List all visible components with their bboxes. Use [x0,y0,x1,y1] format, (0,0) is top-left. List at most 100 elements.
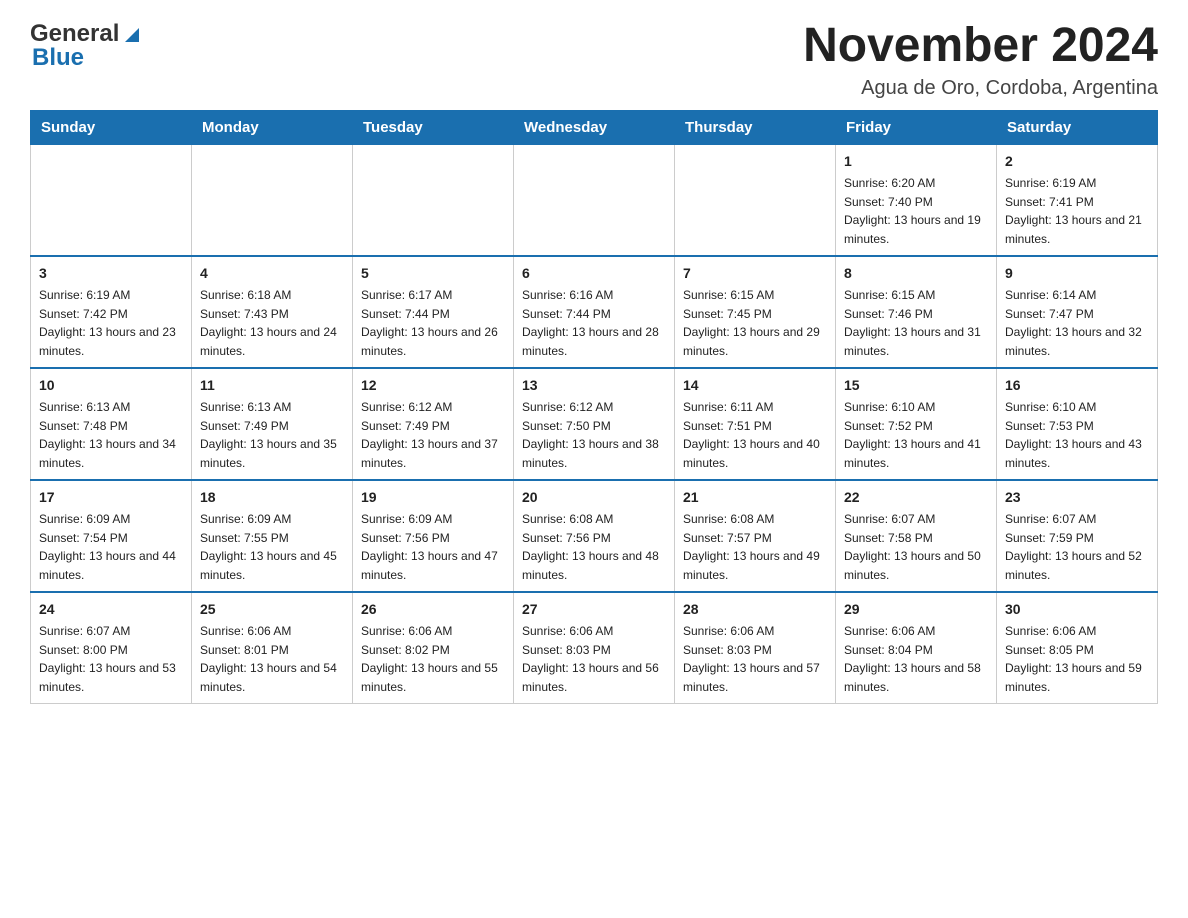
calendar-week-4: 17 Sunrise: 6:09 AM Sunset: 7:54 PM Dayli… [31,480,1158,592]
calendar-cell-w1-d6: 1 Sunrise: 6:20 AM Sunset: 7:40 PM Daylig… [836,144,997,256]
calendar-cell-w5-d1: 24Sunrise: 6:07 AM Sunset: 8:00 PM Dayli… [31,592,192,704]
day-number: 13 [522,375,666,396]
day-number: 19 [361,487,505,508]
day-number: 5 [361,263,505,284]
calendar-cell-w2-d6: 8 Sunrise: 6:15 AM Sunset: 7:46 PM Daylig… [836,256,997,368]
calendar-cell-w5-d7: 30Sunrise: 6:06 AM Sunset: 8:05 PM Dayli… [997,592,1158,704]
col-monday: Monday [192,110,353,144]
calendar-week-1: 1 Sunrise: 6:20 AM Sunset: 7:40 PM Daylig… [31,144,1158,256]
col-sunday: Sunday [31,110,192,144]
day-number: 17 [39,487,183,508]
page-header: General Blue November 2024 Agua de Oro, … [30,20,1158,100]
day-info: Sunrise: 6:18 AM Sunset: 7:43 PM Dayligh… [200,288,337,358]
calendar-cell-w3-d1: 10Sunrise: 6:13 AM Sunset: 7:48 PM Dayli… [31,368,192,480]
calendar-cell-w3-d3: 12 Sunrise: 6:12 AM Sunset: 7:49 PM Dayli… [353,368,514,480]
calendar-cell-w2-d4: 6 Sunrise: 6:16 AM Sunset: 7:44 PM Daylig… [514,256,675,368]
calendar-cell-w2-d5: 7 Sunrise: 6:15 AM Sunset: 7:45 PM Daylig… [675,256,836,368]
calendar-cell-w1-d3 [353,144,514,256]
calendar-cell-w3-d4: 13 Sunrise: 6:12 AM Sunset: 7:50 PM Dayli… [514,368,675,480]
calendar-cell-w5-d3: 26 Sunrise: 6:06 AM Sunset: 8:02 PM Dayli… [353,592,514,704]
day-info: Sunrise: 6:15 AM Sunset: 7:45 PM Dayligh… [683,288,820,358]
day-info: Sunrise: 6:19 AM Sunset: 7:41 PM Dayligh… [1005,176,1142,246]
calendar-cell-w3-d5: 14 Sunrise: 6:11 AM Sunset: 7:51 PM Dayli… [675,368,836,480]
day-number: 3 [39,263,183,284]
day-info: Sunrise: 6:07 AM Sunset: 8:00 PM Dayligh… [39,624,176,694]
day-number: 27 [522,599,666,620]
day-info: Sunrise: 6:11 AM Sunset: 7:51 PM Dayligh… [683,400,820,470]
day-number: 14 [683,375,827,396]
calendar-cell-w1-d7: 2 Sunrise: 6:19 AM Sunset: 7:41 PM Daylig… [997,144,1158,256]
day-info: Sunrise: 6:10 AM Sunset: 7:52 PM Dayligh… [844,400,981,470]
day-info: Sunrise: 6:06 AM Sunset: 8:01 PM Dayligh… [200,624,337,694]
logo-blue-text: Blue [32,44,84,72]
day-number: 21 [683,487,827,508]
day-info: Sunrise: 6:16 AM Sunset: 7:44 PM Dayligh… [522,288,659,358]
day-number: 25 [200,599,344,620]
day-info: Sunrise: 6:19 AM Sunset: 7:42 PM Dayligh… [39,288,176,358]
day-info: Sunrise: 6:14 AM Sunset: 7:47 PM Dayligh… [1005,288,1142,358]
day-number: 10 [39,375,183,396]
day-number: 23 [1005,487,1149,508]
calendar-cell-w4-d5: 21 Sunrise: 6:08 AM Sunset: 7:57 PM Dayli… [675,480,836,592]
day-number: 16 [1005,375,1149,396]
calendar-cell-w4-d1: 17 Sunrise: 6:09 AM Sunset: 7:54 PM Dayli… [31,480,192,592]
day-info: Sunrise: 6:15 AM Sunset: 7:46 PM Dayligh… [844,288,981,358]
day-info: Sunrise: 6:17 AM Sunset: 7:44 PM Dayligh… [361,288,498,358]
calendar-week-5: 24Sunrise: 6:07 AM Sunset: 8:00 PM Dayli… [31,592,1158,704]
day-info: Sunrise: 6:09 AM Sunset: 7:56 PM Dayligh… [361,512,498,582]
day-number: 8 [844,263,988,284]
col-friday: Friday [836,110,997,144]
day-number: 1 [844,151,988,172]
calendar-cell-w5-d5: 28Sunrise: 6:06 AM Sunset: 8:03 PM Dayli… [675,592,836,704]
day-info: Sunrise: 6:08 AM Sunset: 7:57 PM Dayligh… [683,512,820,582]
calendar-cell-w5-d2: 25 Sunrise: 6:06 AM Sunset: 8:01 PM Dayli… [192,592,353,704]
calendar-cell-w3-d6: 15 Sunrise: 6:10 AM Sunset: 7:52 PM Dayli… [836,368,997,480]
day-number: 30 [1005,599,1149,620]
day-info: Sunrise: 6:08 AM Sunset: 7:56 PM Dayligh… [522,512,659,582]
day-number: 22 [844,487,988,508]
calendar-week-2: 3 Sunrise: 6:19 AM Sunset: 7:42 PM Daylig… [31,256,1158,368]
calendar-cell-w1-d5 [675,144,836,256]
col-tuesday: Tuesday [353,110,514,144]
calendar-cell-w3-d2: 11 Sunrise: 6:13 AM Sunset: 7:49 PM Dayli… [192,368,353,480]
calendar-cell-w1-d1 [31,144,192,256]
day-info: Sunrise: 6:06 AM Sunset: 8:02 PM Dayligh… [361,624,498,694]
day-number: 18 [200,487,344,508]
logo-triangle-icon [121,24,143,46]
calendar-header-row: Sunday Monday Tuesday Wednesday Thursday… [31,110,1158,144]
col-thursday: Thursday [675,110,836,144]
day-number: 2 [1005,151,1149,172]
day-number: 6 [522,263,666,284]
title-block: November 2024 Agua de Oro, Cordoba, Arge… [803,20,1158,100]
month-title: November 2024 [803,20,1158,73]
day-number: 7 [683,263,827,284]
day-info: Sunrise: 6:09 AM Sunset: 7:54 PM Dayligh… [39,512,176,582]
calendar-week-3: 10Sunrise: 6:13 AM Sunset: 7:48 PM Dayli… [31,368,1158,480]
calendar-cell-w4-d4: 20Sunrise: 6:08 AM Sunset: 7:56 PM Dayli… [514,480,675,592]
calendar-cell-w1-d2 [192,144,353,256]
day-info: Sunrise: 6:07 AM Sunset: 7:59 PM Dayligh… [1005,512,1142,582]
calendar-cell-w4-d3: 19 Sunrise: 6:09 AM Sunset: 7:56 PM Dayli… [353,480,514,592]
day-info: Sunrise: 6:12 AM Sunset: 7:50 PM Dayligh… [522,400,659,470]
calendar-cell-w1-d4 [514,144,675,256]
day-info: Sunrise: 6:06 AM Sunset: 8:03 PM Dayligh… [522,624,659,694]
day-number: 26 [361,599,505,620]
logo: General Blue [30,20,143,72]
day-info: Sunrise: 6:09 AM Sunset: 7:55 PM Dayligh… [200,512,337,582]
day-number: 9 [1005,263,1149,284]
day-number: 29 [844,599,988,620]
day-number: 15 [844,375,988,396]
calendar-cell-w3-d7: 16Sunrise: 6:10 AM Sunset: 7:53 PM Dayli… [997,368,1158,480]
calendar-cell-w4-d2: 18 Sunrise: 6:09 AM Sunset: 7:55 PM Dayli… [192,480,353,592]
day-info: Sunrise: 6:20 AM Sunset: 7:40 PM Dayligh… [844,176,981,246]
calendar-cell-w4-d6: 22 Sunrise: 6:07 AM Sunset: 7:58 PM Dayli… [836,480,997,592]
col-wednesday: Wednesday [514,110,675,144]
day-info: Sunrise: 6:07 AM Sunset: 7:58 PM Dayligh… [844,512,981,582]
day-number: 11 [200,375,344,396]
day-info: Sunrise: 6:06 AM Sunset: 8:04 PM Dayligh… [844,624,981,694]
day-info: Sunrise: 6:12 AM Sunset: 7:49 PM Dayligh… [361,400,498,470]
day-info: Sunrise: 6:13 AM Sunset: 7:49 PM Dayligh… [200,400,337,470]
calendar-cell-w2-d1: 3 Sunrise: 6:19 AM Sunset: 7:42 PM Daylig… [31,256,192,368]
calendar-cell-w2-d7: 9 Sunrise: 6:14 AM Sunset: 7:47 PM Daylig… [997,256,1158,368]
day-number: 12 [361,375,505,396]
